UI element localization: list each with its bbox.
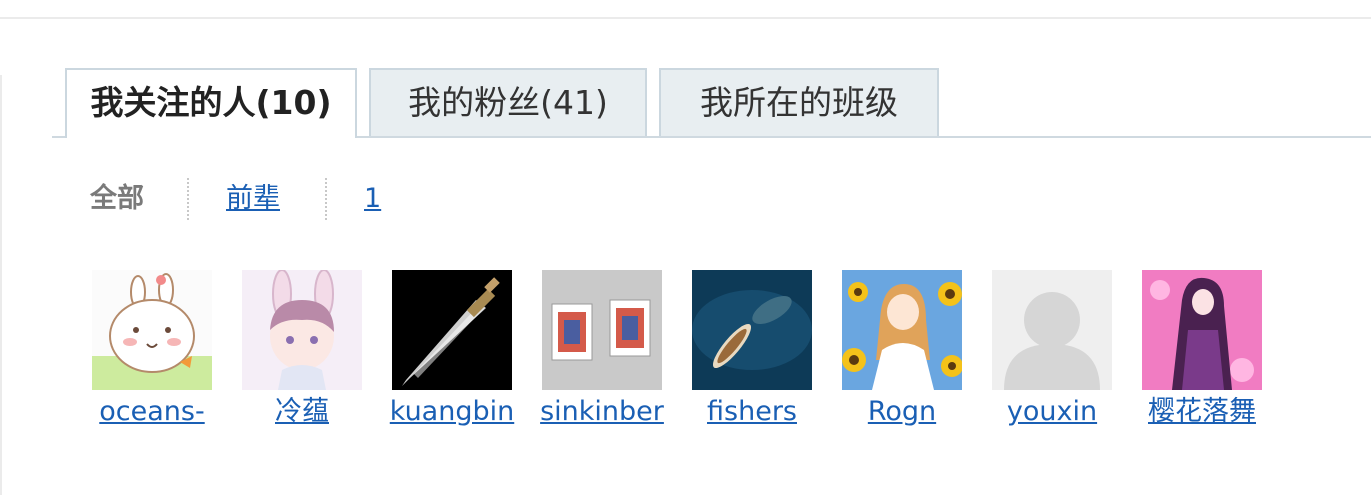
user-name-link[interactable]: fishers (707, 394, 797, 430)
playing-cards-avatar[interactable] (542, 270, 662, 390)
default-user-avatar[interactable] (992, 270, 1112, 390)
boat-whale-avatar[interactable] (692, 270, 812, 390)
filter-page-1[interactable]: 1 (364, 176, 381, 222)
user-name-link[interactable]: youxin (1007, 394, 1097, 430)
top-divider (0, 17, 1371, 19)
tab-classes[interactable]: 我所在的班级 (659, 68, 939, 136)
user-card: sinkinber (527, 270, 677, 430)
tab-fans[interactable]: 我的粉丝(41) (369, 68, 647, 136)
user-name-link[interactable]: 樱花落舞 (1148, 394, 1256, 430)
bunny-boy-avatar[interactable] (242, 270, 362, 390)
user-name-link[interactable]: Rogn (868, 394, 936, 430)
user-name-link[interactable]: 冷蕴 (275, 394, 329, 430)
tab-following[interactable]: 我关注的人(10) (65, 68, 357, 138)
filter-separator (325, 178, 327, 220)
sword-avatar[interactable] (392, 270, 512, 390)
user-card: youxin (977, 270, 1127, 430)
tab-bar: 我关注的人(10) 我的粉丝(41) 我所在的班级 (52, 68, 1371, 138)
user-name-link[interactable]: sinkinber (540, 394, 664, 430)
sunflower-girl-avatar[interactable] (842, 270, 962, 390)
user-card: 冷蕴 (227, 270, 377, 430)
user-name-link[interactable]: kuangbin (390, 394, 514, 430)
user-card: Rogn (827, 270, 977, 430)
user-card: oceans- (77, 270, 227, 430)
left-divider (0, 75, 2, 495)
purple-anime-avatar[interactable] (1142, 270, 1262, 390)
bunny-cartoon-avatar[interactable] (92, 270, 212, 390)
user-card: fishers (677, 270, 827, 430)
user-card: 樱花落舞 (1127, 270, 1277, 430)
user-name-link[interactable]: oceans- (99, 394, 204, 430)
user-card: kuangbin (377, 270, 527, 430)
filter-separator (187, 178, 189, 220)
filter-all[interactable]: 全部 (90, 176, 144, 222)
filter-seniors[interactable]: 前辈 (226, 176, 280, 222)
